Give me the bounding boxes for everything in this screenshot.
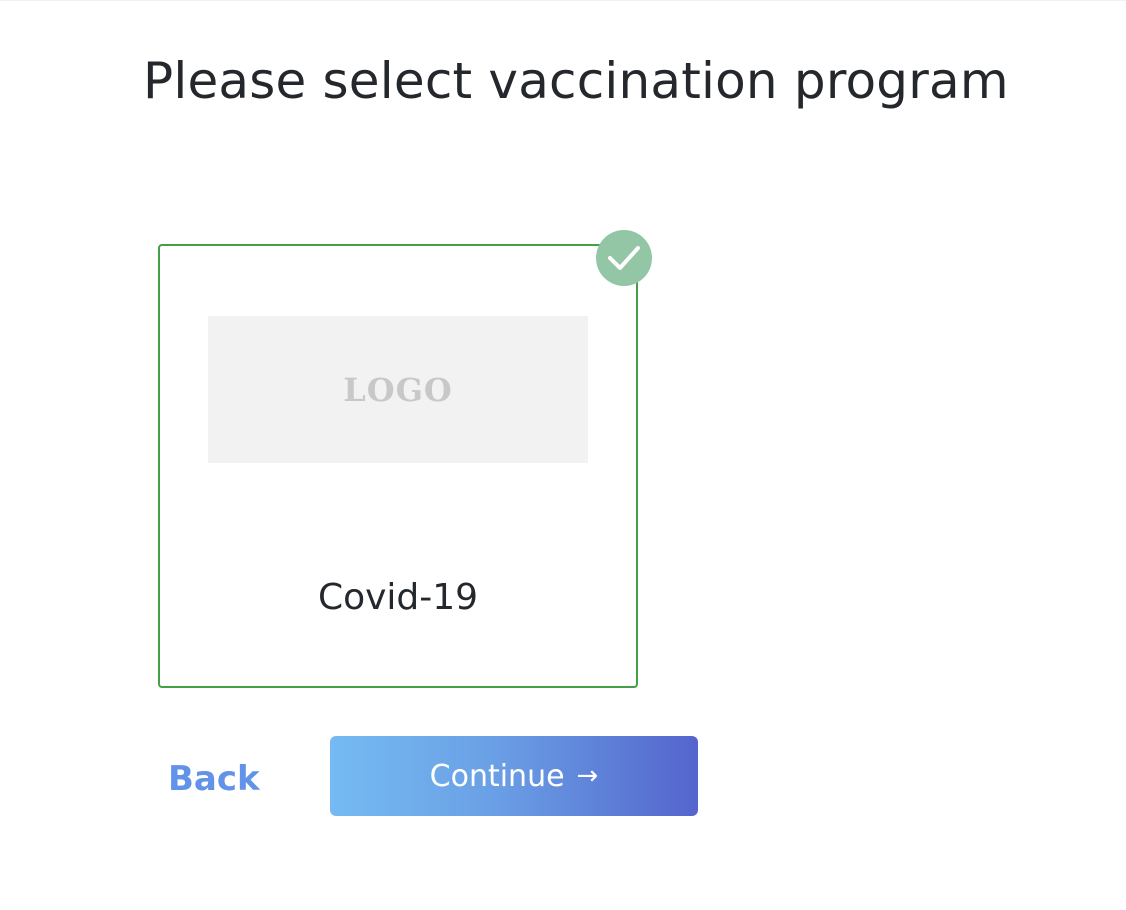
program-logo-placeholder: LOGO: [208, 316, 588, 463]
continue-button-label: Continue: [429, 758, 565, 794]
program-card-covid-19[interactable]: LOGO Covid-19: [158, 244, 638, 688]
page-title: Please select vaccination program: [143, 52, 1009, 110]
continue-button[interactable]: Continue →: [330, 736, 698, 816]
program-name: Covid-19: [317, 577, 479, 618]
vaccination-program-page: Please select vaccination program LOGO C…: [0, 0, 1126, 910]
checkmark-icon: [608, 246, 640, 270]
logo-placeholder-text: LOGO: [343, 370, 453, 409]
arrow-right-icon: →: [576, 761, 599, 791]
back-button[interactable]: Back: [168, 756, 260, 802]
top-divider: [0, 0, 1126, 1]
selected-check-icon: [596, 230, 652, 286]
